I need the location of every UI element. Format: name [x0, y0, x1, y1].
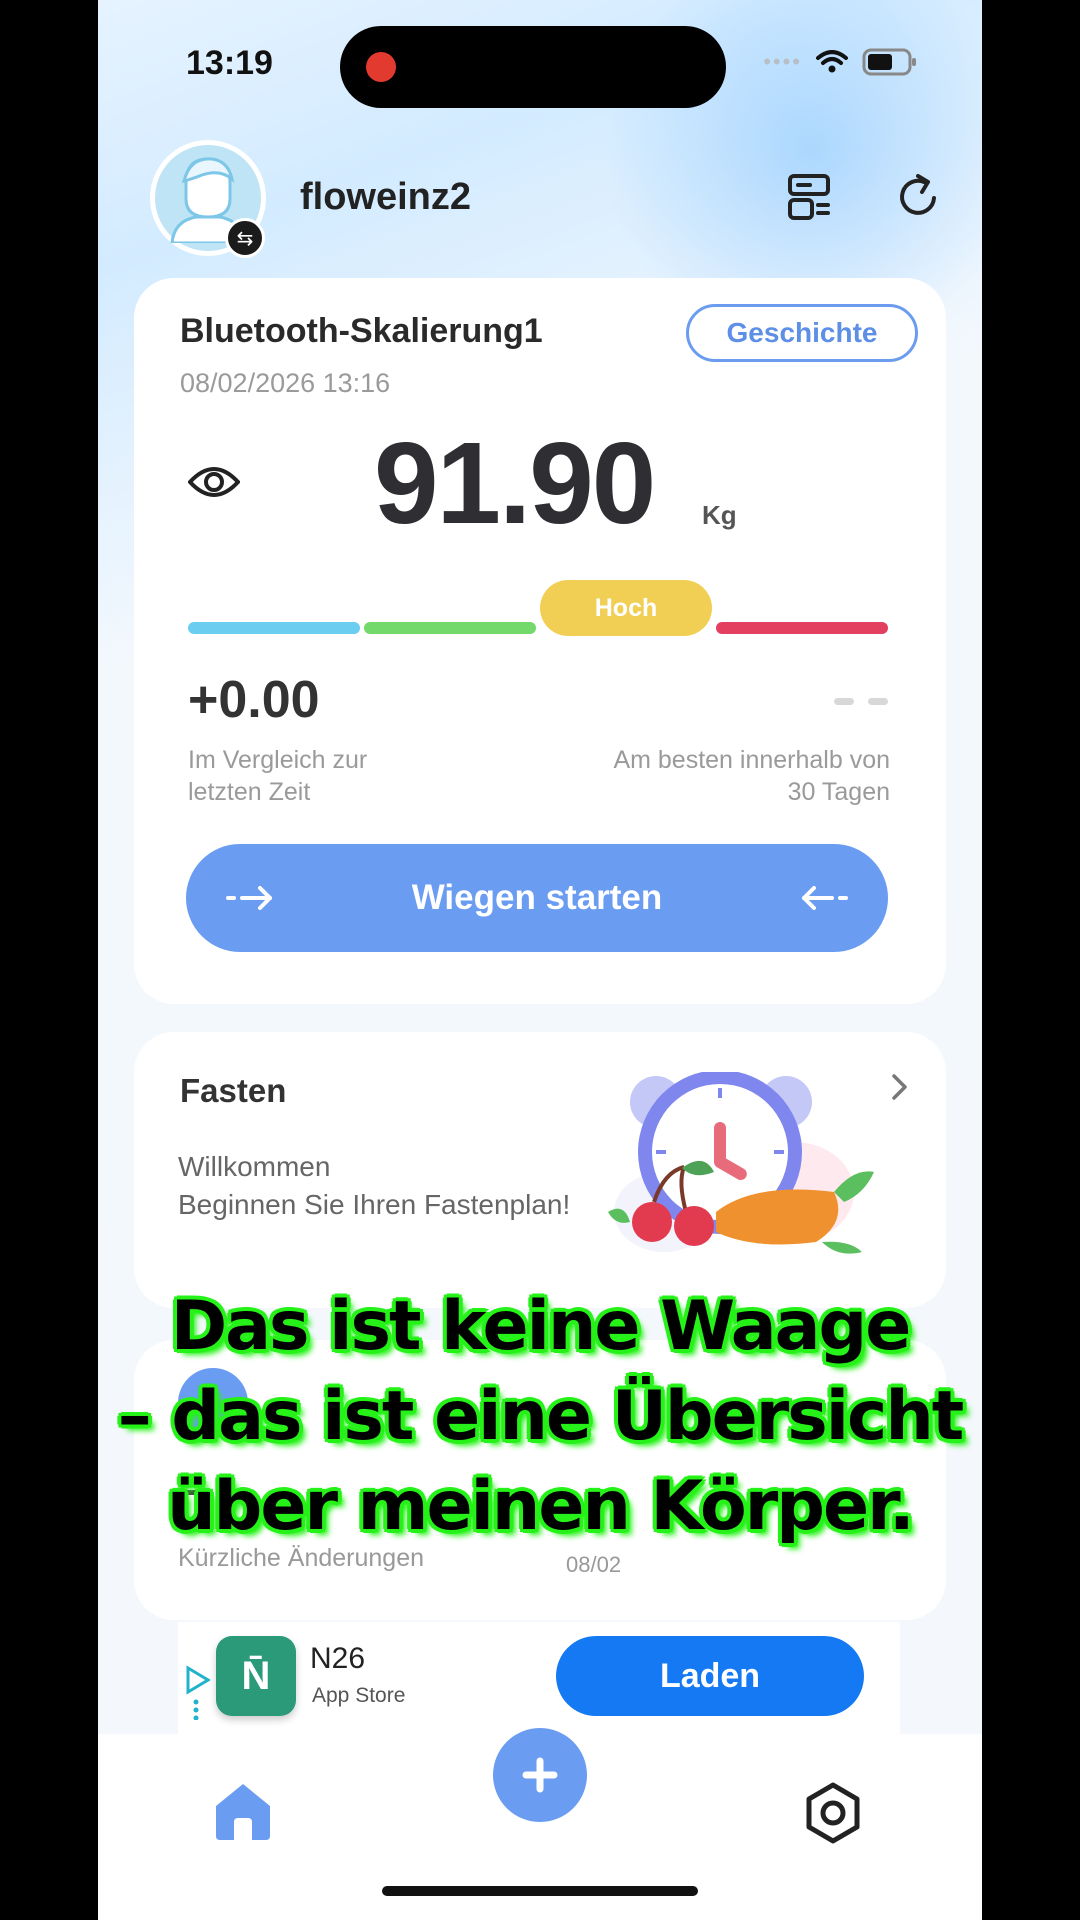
- arrow-right-icon: [226, 886, 272, 910]
- ad-play-icon[interactable]: [184, 1664, 212, 1720]
- best-30-days-label: Am besten innerhalb von 30 Tagen: [613, 746, 890, 806]
- ad-banner[interactable]: N̄ N26 App Store Laden: [178, 1622, 900, 1734]
- compare-last-label: Im Vergleich zur letzten Zeit: [188, 746, 368, 806]
- caption-line-3: über meinen Körper.: [167, 1467, 915, 1546]
- refresh-icon[interactable]: [894, 172, 944, 222]
- eye-icon[interactable]: [188, 462, 240, 502]
- plus-icon: [522, 1757, 558, 1793]
- ad-download-button[interactable]: Laden: [556, 1636, 864, 1716]
- ad-subtitle: App Store: [312, 1684, 406, 1707]
- dynamic-island: [340, 26, 726, 108]
- best-value-placeholder: [834, 698, 888, 705]
- username: floweinz2: [300, 176, 472, 218]
- weight-delta: +0.00: [188, 671, 320, 729]
- fasting-title: Fasten: [180, 1072, 287, 1109]
- history-button[interactable]: Geschichte: [686, 304, 918, 362]
- home-icon[interactable]: [212, 1780, 274, 1842]
- arrow-left-icon: [802, 886, 848, 910]
- add-button[interactable]: [493, 1728, 587, 1822]
- switch-user-icon[interactable]: ⇆: [225, 218, 265, 258]
- fasting-card[interactable]: Fasten Willkommen Beginnen Sie Ihren Fas…: [134, 1032, 946, 1308]
- measurement-date: 08/02/2026 13:16: [180, 368, 391, 398]
- status-time: 13:19: [186, 44, 273, 82]
- bmi-bar-very-high: [716, 622, 888, 634]
- status-icons: ••••: [763, 48, 918, 76]
- caption-line-1: Das ist keine Waage: [170, 1287, 912, 1366]
- scale-card: Bluetooth-Skalierung1 08/02/2026 13:16 G…: [134, 278, 946, 1004]
- video-caption: Das ist keine Waage – das ist eine Übers…: [0, 1282, 1080, 1552]
- cellular-signal-icon: ••••: [763, 49, 802, 74]
- start-weighing-label: Wiegen starten: [411, 878, 663, 917]
- fasting-welcome: Willkommen: [178, 1151, 331, 1182]
- battery-icon: [862, 48, 916, 76]
- weight-category-badge: Hoch: [540, 580, 712, 636]
- start-weighing-button[interactable]: Wiegen starten: [186, 844, 888, 952]
- recent-changes-date: 08/02: [566, 1552, 622, 1577]
- device-manage-icon[interactable]: [784, 172, 834, 222]
- ad-title: N26: [310, 1642, 366, 1675]
- fasting-clock-illustration: [608, 1072, 874, 1254]
- fasting-text: Willkommen Beginnen Sie Ihren Fastenplan…: [178, 1148, 570, 1224]
- device-name: Bluetooth-Skalierung1: [180, 312, 543, 350]
- ad-app-logo: N̄: [216, 1636, 296, 1716]
- weight-value: 91.90: [374, 418, 656, 548]
- home-indicator: [382, 1886, 698, 1896]
- settings-icon[interactable]: [802, 1782, 864, 1844]
- bmi-bar-normal: [364, 622, 536, 634]
- tab-bar: [98, 1728, 982, 1920]
- caption-line-2: – das ist eine Übersicht: [117, 1377, 965, 1456]
- weight-unit: Kg: [702, 500, 737, 530]
- app-screen: 13:19 •••• ⇆ floweinz2 Bluetooth-Skalier…: [98, 0, 982, 1920]
- fasting-prompt: Beginnen Sie Ihren Fastenplan!: [178, 1189, 571, 1220]
- bmi-bar-low: [188, 622, 360, 634]
- recording-indicator: [366, 52, 396, 82]
- wifi-icon: [816, 50, 848, 73]
